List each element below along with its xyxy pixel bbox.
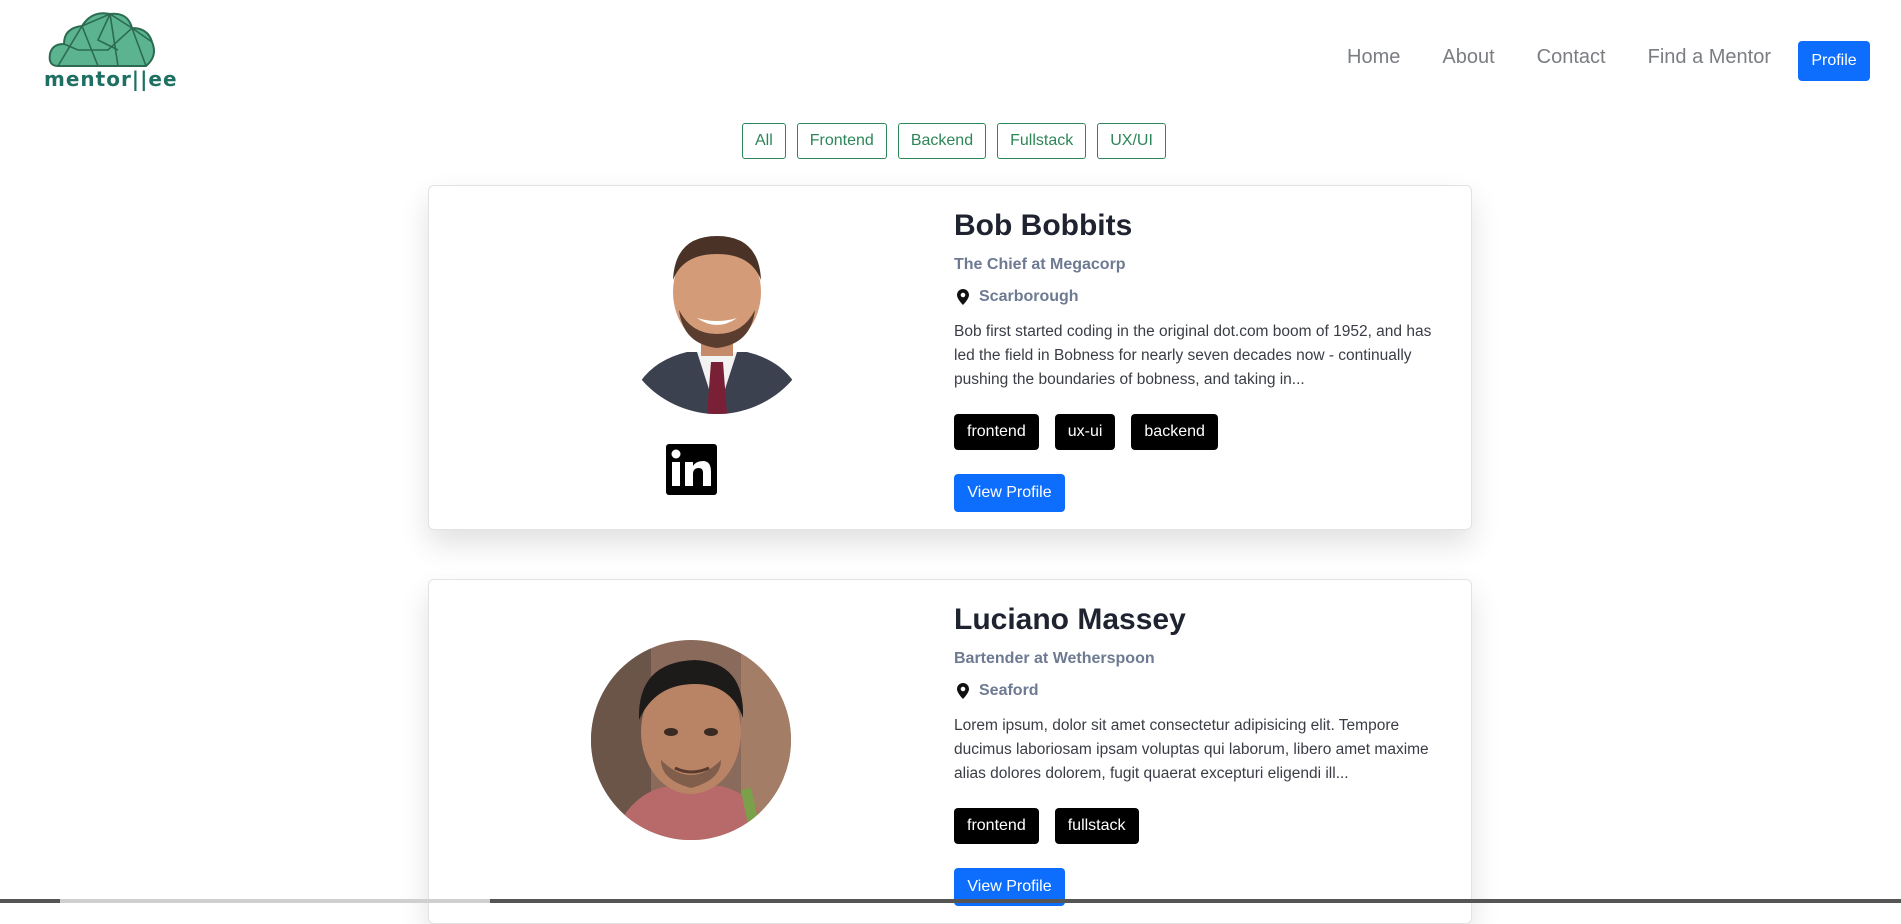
profile-button[interactable]: Profile (1798, 41, 1870, 81)
tag-list: frontend ux-ui backend (954, 414, 1434, 450)
view-profile-button[interactable]: View Profile (954, 474, 1065, 512)
tag: fullstack (1054, 808, 1139, 844)
mentor-info: Bob Bobbits The Chief at Megacorp Scarbo… (954, 206, 1434, 512)
linkedin-glyph (671, 449, 711, 486)
mentor-name: Luciano Massey (954, 603, 1186, 636)
location-text: Scarborough (979, 288, 1079, 305)
filter-bar: All Frontend Backend Fullstack UX/UI (742, 123, 1166, 159)
tag-list: frontend fullstack (954, 808, 1434, 844)
filter-fullstack[interactable]: Fullstack (997, 123, 1087, 159)
filter-backend[interactable]: Backend (897, 123, 987, 159)
nav-contact[interactable]: Contact (1537, 46, 1606, 69)
navbar: mentor||ee Home About Contact Find a Men… (0, 0, 1901, 110)
location-pin-icon (957, 289, 969, 305)
avatar (617, 214, 817, 414)
linkedin-icon[interactable] (666, 444, 717, 495)
scrollbar-thumb[interactable] (60, 899, 490, 903)
nav-find-mentor[interactable]: Find a Mentor (1648, 46, 1771, 69)
brand-logo[interactable]: mentor||ee (44, 10, 178, 91)
brand-name: mentor||ee (44, 67, 178, 91)
avatar (591, 640, 791, 840)
filter-all[interactable]: All (742, 123, 786, 159)
tag: frontend (954, 808, 1039, 844)
mentor-role: Bartender at Wetherspoon (954, 650, 1155, 667)
avatar-photo (617, 214, 817, 414)
cloud-logo-icon (48, 12, 155, 67)
mentor-name: Bob Bobbits (954, 209, 1133, 242)
mentor-card: Luciano Massey Bartender at Wetherspoon … (428, 579, 1472, 924)
filter-frontend[interactable]: Frontend (796, 123, 887, 159)
avatar-photo (591, 640, 791, 840)
mentor-role: The Chief at Megacorp (954, 256, 1126, 273)
mentor-card: Bob Bobbits The Chief at Megacorp Scarbo… (428, 185, 1472, 530)
mentor-bio: Bob first started coding in the original… (954, 323, 1432, 388)
tag: backend (1131, 414, 1218, 450)
nav-about[interactable]: About (1442, 46, 1494, 69)
filter-ux-ui[interactable]: UX/UI (1097, 123, 1166, 159)
location-pin-icon (957, 683, 969, 699)
horizontal-scrollbar[interactable] (0, 899, 1901, 903)
tag: ux-ui (1054, 414, 1116, 450)
mentor-info: Luciano Massey Bartender at Wetherspoon … (954, 600, 1434, 906)
tag: frontend (954, 414, 1039, 450)
nav-links: Home About Contact Find a Mentor (1347, 46, 1771, 69)
location-text: Seaford (979, 682, 1039, 699)
nav-home[interactable]: Home (1347, 46, 1400, 69)
mentor-location: Seaford (954, 682, 1434, 700)
mentor-bio: Lorem ipsum, dolor sit amet consectetur … (954, 717, 1429, 782)
mentor-location: Scarborough (954, 288, 1434, 306)
